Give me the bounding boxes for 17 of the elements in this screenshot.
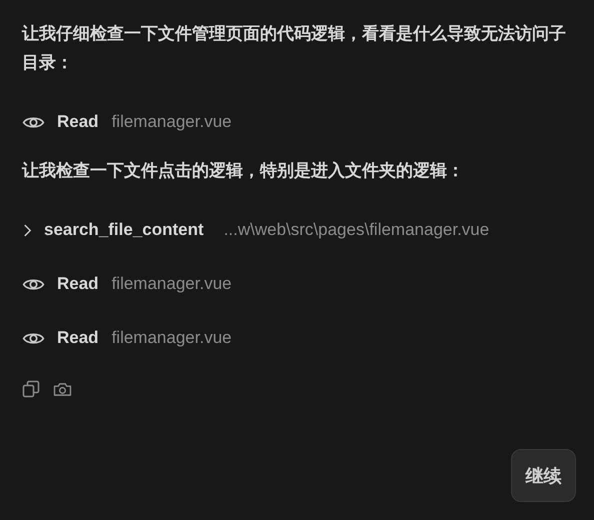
file-path[interactable]: filemanager.vue [112,328,232,348]
chevron-icon[interactable] [23,222,32,238]
tool-name: Read [57,274,99,294]
camera-icon[interactable] [53,382,72,396]
file-path[interactable]: filemanager.vue [112,112,232,132]
message-text: 让我仔细检查一下文件管理页面的代码逻辑，看看是什么导致无法访问子目录： [22,23,567,75]
file-path[interactable]: ...w\web\src\pages\filemanager.vue [224,220,490,240]
copy-icon[interactable] [22,380,40,398]
eye-icon [22,330,45,346]
tool-name: search_file_content [44,220,204,240]
message-text: 让我检查一下文件点击的逻辑，特别是进入文件夹的逻辑： [22,160,465,183]
tool-name: Read [57,112,99,132]
tool-name: Read [57,328,99,348]
file-path[interactable]: filemanager.vue [112,274,232,294]
eye-icon [22,114,45,130]
eye-icon [22,276,45,292]
continue-button[interactable]: 继续 [511,449,576,502]
